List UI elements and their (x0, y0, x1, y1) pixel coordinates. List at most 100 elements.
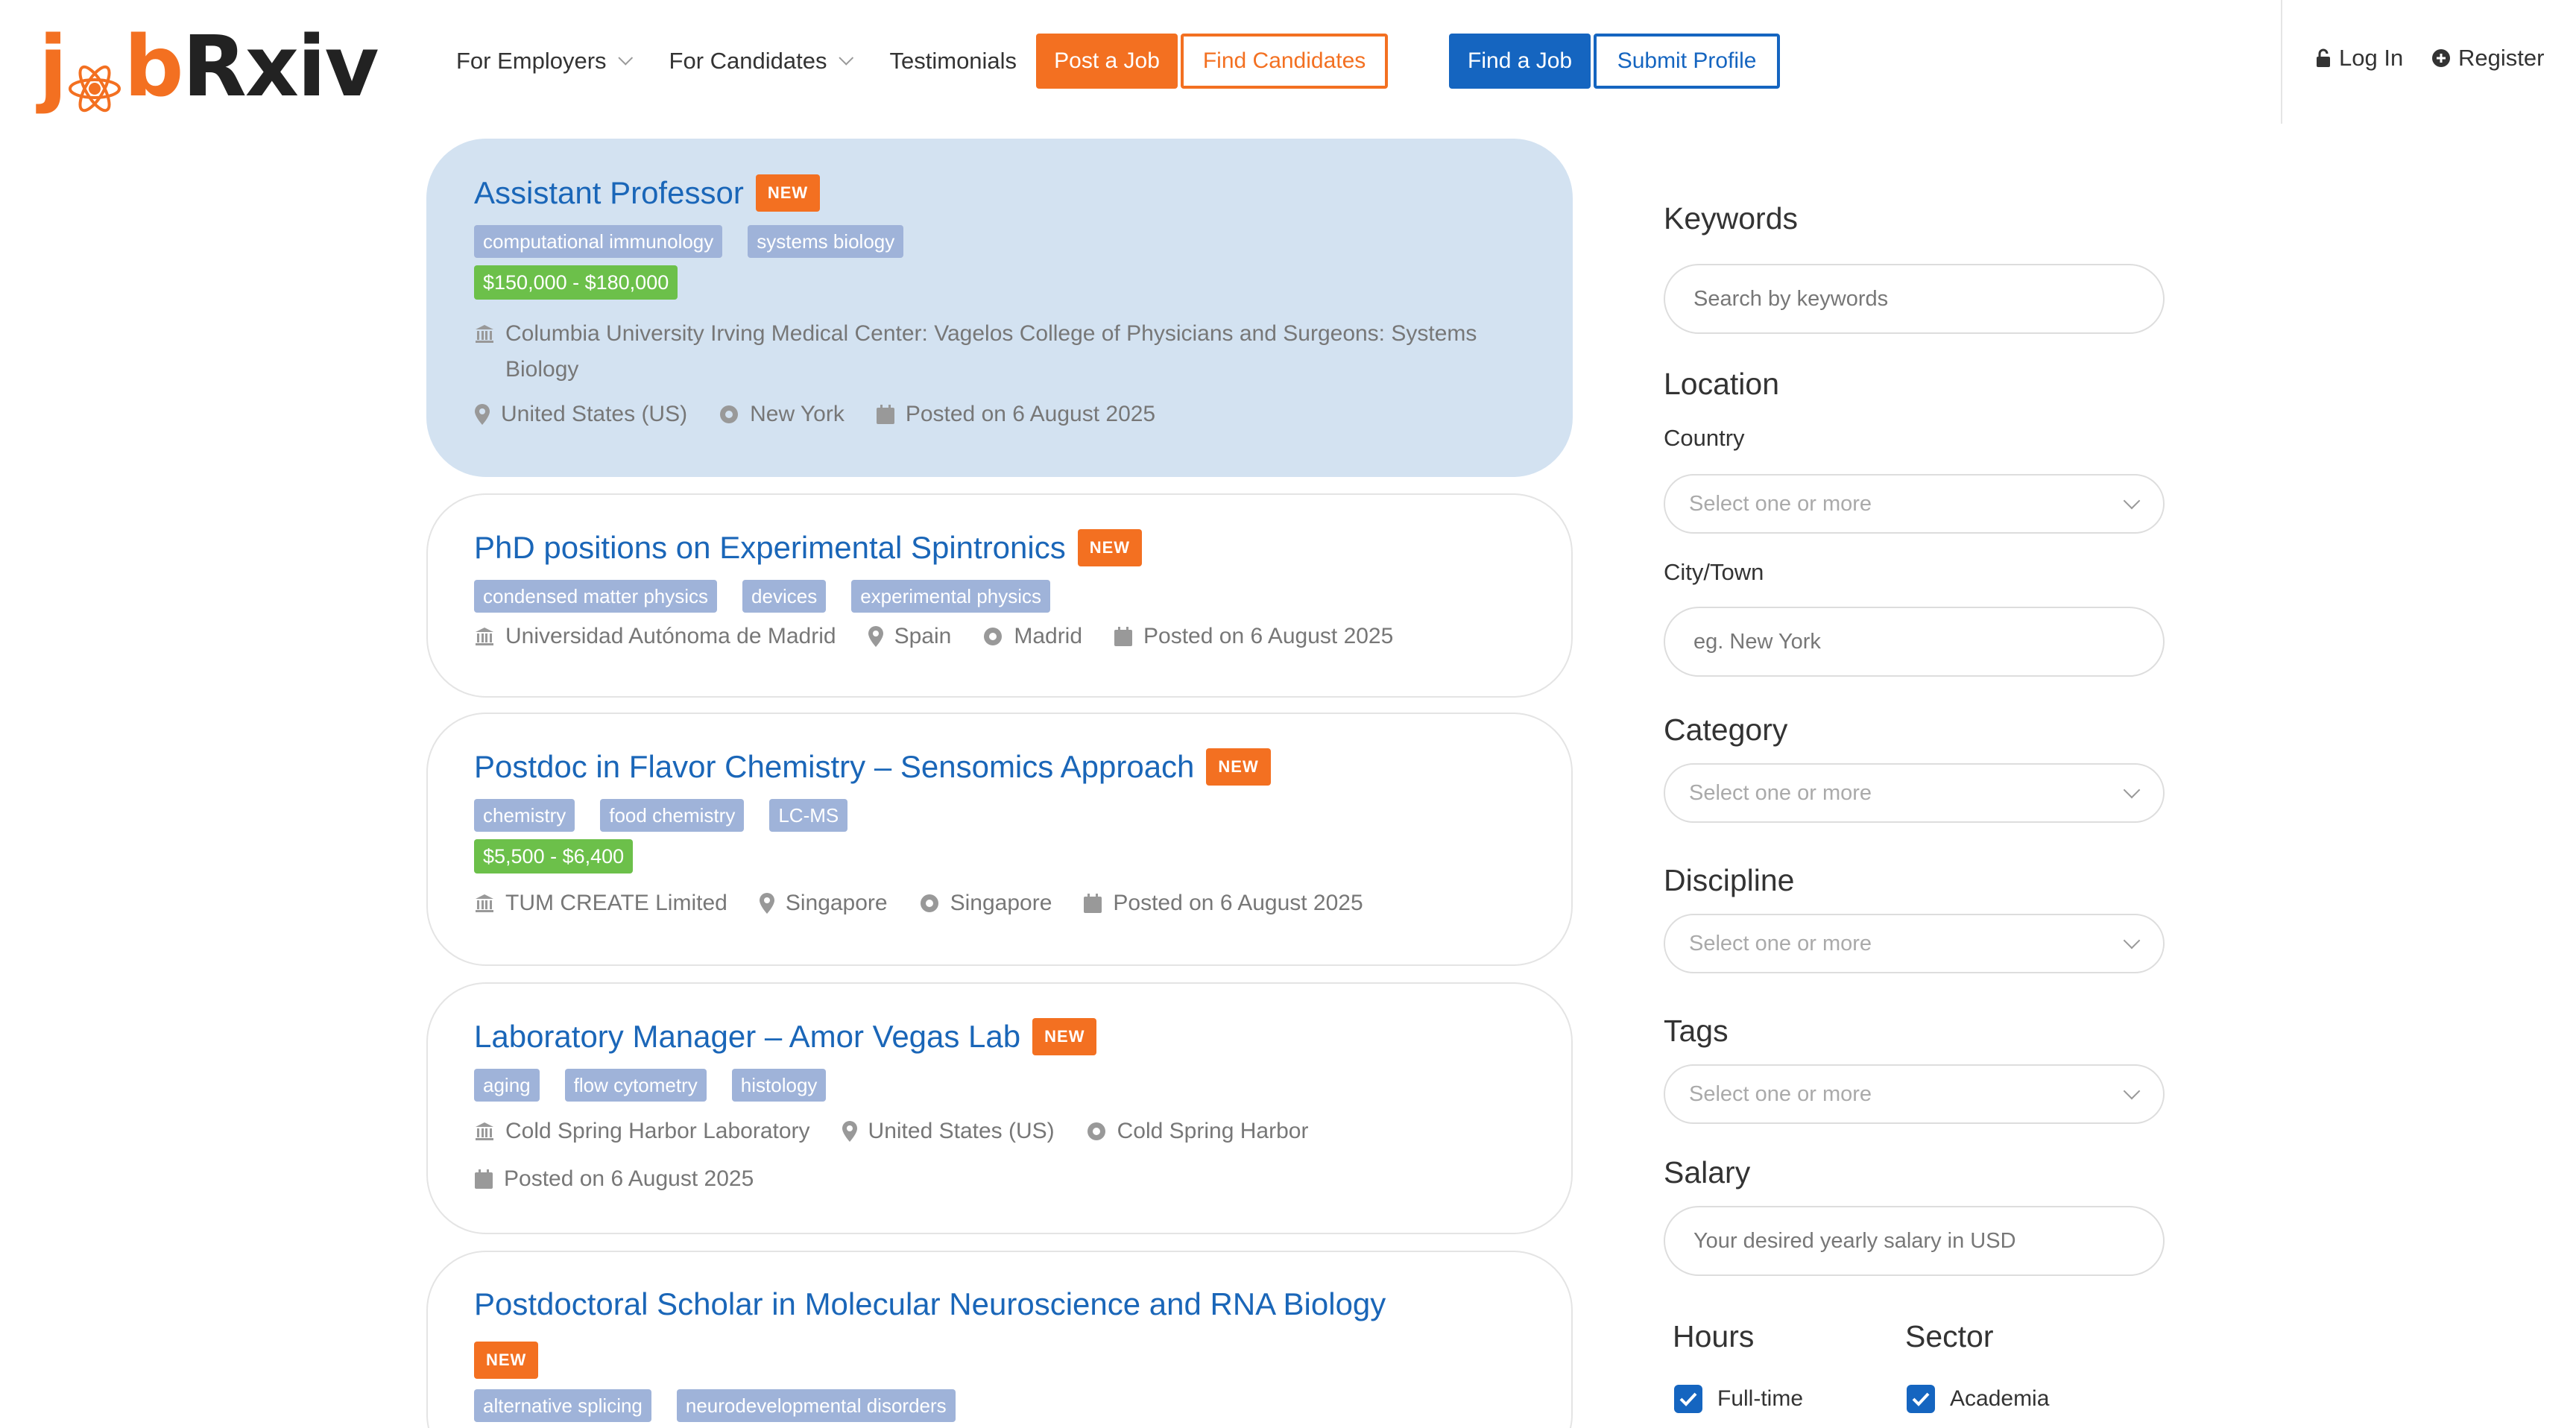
logo-letter-j: j (39, 19, 67, 116)
job-city: Cold Spring Harbor (1086, 1108, 1308, 1155)
new-badge: NEW (474, 1342, 539, 1379)
sector-heading: Sector (1905, 1319, 1994, 1353)
job-title[interactable]: Postdoc in Flavor Chemistry – Sensomics … (474, 749, 1194, 785)
nav-for-employers-label: For Employers (456, 48, 607, 74)
full-time-label[interactable]: Full-time (1717, 1386, 1803, 1412)
chevron-down-icon (617, 50, 633, 66)
chevron-down-icon (838, 50, 853, 66)
institution-name: Cold Spring Harbor Laboratory (505, 1119, 810, 1143)
job-country: United States (US) (842, 1108, 1055, 1155)
post-job-button[interactable]: Post a Job (1036, 34, 1178, 89)
job-tags: alternative splicing neurodevelopmental … (474, 1389, 1525, 1427)
new-badge: NEW (755, 174, 821, 212)
job-tag[interactable]: LC-MS (769, 799, 848, 832)
job-city: New York (719, 397, 845, 432)
login-link[interactable]: Log In (2315, 45, 2403, 72)
institution-name: TUM CREATE Limited (505, 891, 727, 915)
job-tag[interactable]: alternative splicing (474, 1389, 651, 1422)
institution-icon (476, 1122, 493, 1140)
hours-heading: Hours (1673, 1319, 1755, 1353)
job-tag[interactable]: condensed matter physics (474, 580, 718, 613)
job-tag[interactable]: neurodevelopmental disorders (676, 1389, 956, 1422)
country-select[interactable]: Select one or more (1664, 474, 2165, 534)
academia-label[interactable]: Academia (1950, 1386, 2049, 1412)
register-link[interactable]: Register (2431, 45, 2544, 72)
job-tags: chemistry food chemistry LC-MS (474, 799, 1525, 836)
job-card[interactable]: Laboratory Manager – Amor Vegas Lab NEW … (426, 982, 1573, 1234)
job-card[interactable]: Assistant Professor NEW computational im… (426, 139, 1573, 477)
posted-label: Posted on 6 August 2025 (1113, 891, 1363, 915)
job-tags: computational immunology systems biology (474, 225, 1525, 262)
city-label: City/Town (1664, 559, 1764, 585)
job-tag[interactable]: systems biology (748, 225, 904, 258)
job-institution: Columbia University Irving Medical Cente… (474, 316, 1497, 388)
job-posted-date: Posted on 6 August 2025 (1114, 619, 1393, 654)
job-tag[interactable]: computational immunology (474, 225, 723, 258)
find-candidates-button[interactable]: Find Candidates (1181, 34, 1389, 89)
job-card[interactable]: PhD positions on Experimental Spintronic… (426, 493, 1573, 698)
job-tag[interactable]: devices (742, 580, 827, 613)
job-institution: Cold Spring Harbor Laboratory (474, 1108, 810, 1155)
academia-checkbox[interactable] (1907, 1385, 1935, 1413)
keywords-input[interactable]: Search by keywords (1664, 264, 2165, 334)
country-label: United States (US) (868, 1119, 1055, 1143)
new-badge: NEW (1206, 748, 1271, 786)
institution-icon (476, 894, 493, 912)
tags-select[interactable]: Select one or more (1664, 1064, 2165, 1124)
job-tag[interactable]: chemistry (474, 799, 575, 832)
jobrxiv-logo[interactable]: j b Rxiv (39, 12, 379, 116)
job-card[interactable]: Postdoctoral Scholar in Molecular Neuros… (426, 1251, 1573, 1428)
job-tag[interactable]: histology (731, 1069, 827, 1102)
institution-icon (476, 325, 493, 343)
location-heading: Location (1664, 367, 1780, 401)
find-job-button[interactable]: Find a Job (1449, 34, 1591, 89)
dot-circle-icon (984, 628, 1003, 645)
city-input[interactable]: eg. New York (1664, 607, 2165, 677)
job-tag[interactable]: experimental physics (851, 580, 1050, 613)
map-pin-icon (842, 1121, 857, 1142)
job-city: Madrid (982, 619, 1082, 654)
full-time-checkbox[interactable] (1674, 1385, 1702, 1413)
job-institution: TUM CREATE Limited (474, 885, 727, 921)
register-label: Register (2458, 45, 2545, 71)
keywords-heading: Keywords (1664, 201, 1799, 236)
category-select[interactable]: Select one or more (1664, 763, 2165, 823)
chevron-down-icon (2123, 781, 2141, 799)
job-tag[interactable]: food chemistry (600, 799, 745, 832)
discipline-select-placeholder: Select one or more (1689, 931, 1872, 955)
job-title[interactable]: PhD positions on Experimental Spintronic… (474, 530, 1066, 566)
discipline-select[interactable]: Select one or more (1664, 914, 2165, 973)
country-select-placeholder: Select one or more (1689, 491, 1872, 516)
country-label: Spain (894, 624, 952, 648)
institution-icon (476, 628, 493, 645)
tags-heading: Tags (1664, 1014, 1729, 1048)
salary-input[interactable]: Your desired yearly salary in USD (1664, 1206, 2165, 1276)
institution-name: Columbia University Irving Medical Cente… (505, 321, 1477, 382)
nav-for-candidates[interactable]: For Candidates (669, 48, 853, 75)
map-pin-icon (475, 404, 490, 425)
city-label: Madrid (1014, 624, 1083, 648)
discipline-heading: Discipline (1664, 863, 1795, 897)
job-posted-date: Posted on 6 August 2025 (1083, 885, 1363, 921)
main-nav: For Employers For Candidates Testimonial… (456, 33, 1781, 89)
job-card[interactable]: Postdoc in Flavor Chemistry – Sensomics … (426, 713, 1573, 966)
submit-profile-button[interactable]: Submit Profile (1594, 34, 1781, 89)
job-location-row: United States (US) New York Posted on 6 … (474, 397, 1525, 432)
nav-for-employers[interactable]: For Employers (456, 48, 633, 75)
dot-circle-icon (920, 894, 938, 912)
job-title[interactable]: Laboratory Manager – Amor Vegas Lab (474, 1019, 1020, 1055)
new-badge: NEW (1032, 1018, 1097, 1055)
nav-testimonials[interactable]: Testimonials (890, 48, 1017, 75)
job-tag[interactable]: aging (474, 1069, 540, 1102)
calendar-icon (1114, 627, 1133, 646)
login-label: Log In (2339, 45, 2404, 71)
logo-letter-b: b (124, 19, 183, 116)
map-pin-icon (868, 626, 883, 647)
lock-icon (2317, 48, 2330, 67)
job-title[interactable]: Postdoctoral Scholar in Molecular Neuros… (474, 1286, 1386, 1322)
job-tags: aging flow cytometry histology (474, 1069, 1525, 1106)
calendar-icon (1084, 894, 1102, 913)
job-tag[interactable]: flow cytometry (564, 1069, 707, 1102)
job-title[interactable]: Assistant Professor (474, 175, 744, 211)
plus-circle-icon (2432, 49, 2450, 67)
